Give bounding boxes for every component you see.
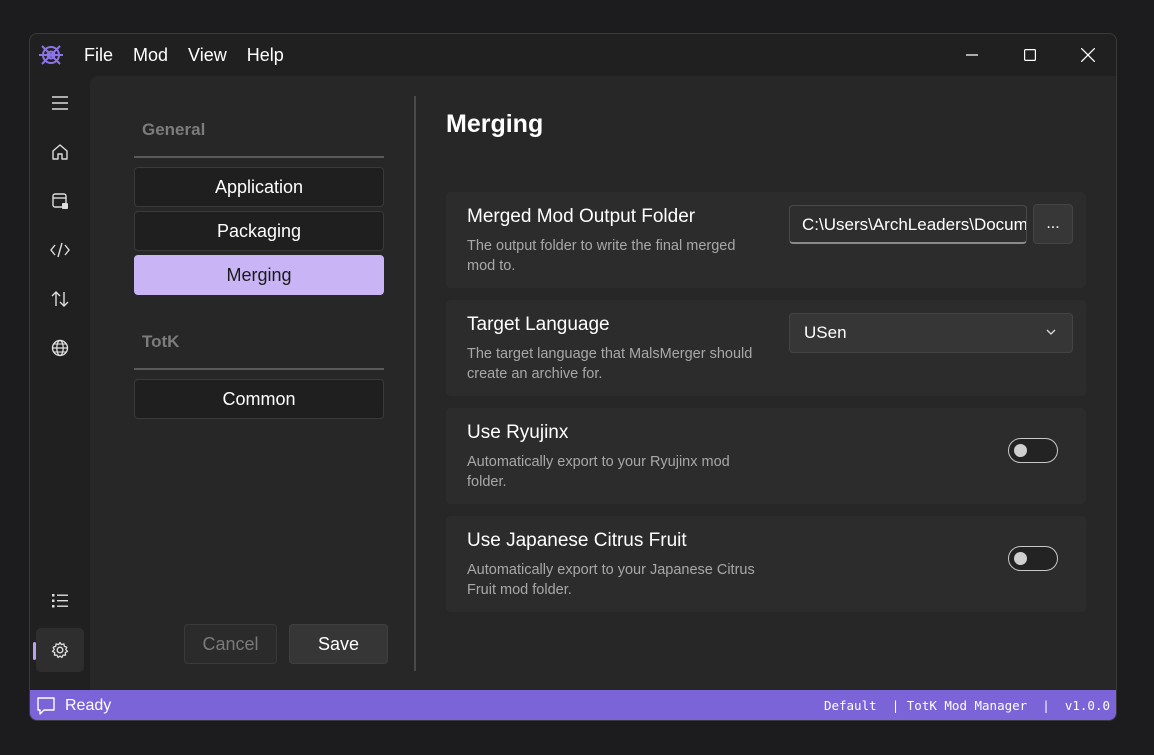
language-select-value: USen xyxy=(804,323,847,342)
menu-file[interactable]: File xyxy=(74,34,123,76)
section-divider xyxy=(134,368,384,370)
menu-bar: File Mod View Help xyxy=(74,34,294,76)
status-bar: Ready Default | TotK Mod Manager | v1.0.… xyxy=(30,690,1116,720)
menu-help[interactable]: Help xyxy=(237,34,294,76)
setting-description: The output folder to write the final mer… xyxy=(467,238,736,274)
menu-view[interactable]: View xyxy=(178,34,237,76)
hamburger-icon xyxy=(52,96,68,110)
menu-toggle-button[interactable] xyxy=(36,81,84,125)
setting-use-japanese-citrus-fruit: Use Japanese Citrus Fruit Automatically … xyxy=(446,516,1086,612)
app-logo-icon xyxy=(36,40,66,70)
nav-item-packaging[interactable]: Packaging xyxy=(134,211,384,251)
setting-title: Merged Mod Output Folder xyxy=(467,206,696,227)
setting-description: Automatically export to your Ryujinx mod… xyxy=(467,454,730,490)
setting-title: Use Japanese Citrus Fruit xyxy=(467,530,687,551)
section-header-totk: TotK xyxy=(142,332,180,351)
mods-button[interactable] xyxy=(36,179,84,223)
settings-button[interactable] xyxy=(36,628,84,672)
home-button[interactable] xyxy=(36,130,84,174)
section-header-general: General xyxy=(142,120,206,139)
close-button[interactable] xyxy=(1059,34,1116,76)
ryujinx-toggle[interactable] xyxy=(1008,438,1058,463)
settings-page: General Application Packaging Merging To… xyxy=(90,76,1116,690)
sort-arrows-icon xyxy=(51,291,69,307)
status-separator: | xyxy=(1042,698,1050,713)
nav-item-common[interactable]: Common xyxy=(134,379,384,419)
japanese-citrus-fruit-toggle[interactable] xyxy=(1008,546,1058,571)
menu-mod[interactable]: Mod xyxy=(123,34,178,76)
save-button[interactable]: Save xyxy=(289,624,388,664)
setting-target-language: Target Language The target language that… xyxy=(446,300,1086,396)
maximize-icon xyxy=(1024,49,1036,61)
toggle-knob xyxy=(1014,552,1027,565)
chat-bubble-icon xyxy=(37,697,55,715)
minimize-icon xyxy=(966,54,978,56)
status-profile: Default xyxy=(823,698,877,713)
output-folder-input[interactable]: C:\Users\ArchLeaders\Documents xyxy=(789,205,1027,244)
status-text: Ready xyxy=(65,697,112,714)
title-bar: File Mod View Help xyxy=(30,34,1116,76)
gear-icon xyxy=(51,641,69,659)
code-icon xyxy=(50,242,70,258)
settings-nav: General Application Packaging Merging To… xyxy=(134,76,388,690)
minimize-button[interactable] xyxy=(943,34,1001,76)
setting-title: Use Ryujinx xyxy=(467,422,569,443)
web-button[interactable] xyxy=(36,326,84,370)
setting-description: The target language that MalsMerger shou… xyxy=(467,346,753,382)
nav-rail xyxy=(30,76,90,690)
status-info: Default | TotK Mod Manager | v1.0.0 xyxy=(823,690,1110,720)
setting-use-ryujinx: Use Ryujinx Automatically export to your… xyxy=(446,408,1086,504)
nav-item-application[interactable]: Application xyxy=(134,167,384,207)
code-button[interactable] xyxy=(36,228,84,272)
sort-button[interactable] xyxy=(36,277,84,321)
page-title: Merging xyxy=(446,110,544,138)
app-window: File Mod View Help General Application P… xyxy=(29,33,1117,721)
setting-output-folder: Merged Mod Output Folder The output fold… xyxy=(446,192,1086,288)
status-separator: | xyxy=(891,698,900,713)
nav-item-merging[interactable]: Merging xyxy=(134,255,384,295)
section-divider xyxy=(134,156,384,158)
language-select[interactable]: USen xyxy=(789,313,1073,353)
status-app-name: TotK Mod Manager xyxy=(906,698,1028,713)
globe-icon xyxy=(51,339,69,357)
browse-button[interactable]: ... xyxy=(1033,204,1073,244)
setting-description: Automatically export to your Japanese Ci… xyxy=(467,562,755,598)
home-icon xyxy=(52,144,68,160)
active-indicator xyxy=(33,642,36,660)
chevron-down-icon xyxy=(1046,329,1056,335)
panel-divider xyxy=(414,96,416,671)
logs-button[interactable] xyxy=(36,579,84,623)
maximize-button[interactable] xyxy=(1001,34,1059,76)
status-version: v1.0.0 xyxy=(1064,698,1110,713)
toggle-knob xyxy=(1014,444,1027,457)
close-icon xyxy=(1081,48,1095,62)
list-icon xyxy=(52,594,68,608)
cancel-button[interactable]: Cancel xyxy=(184,624,277,664)
setting-title: Target Language xyxy=(467,314,610,335)
mod-storage-icon xyxy=(52,193,68,209)
